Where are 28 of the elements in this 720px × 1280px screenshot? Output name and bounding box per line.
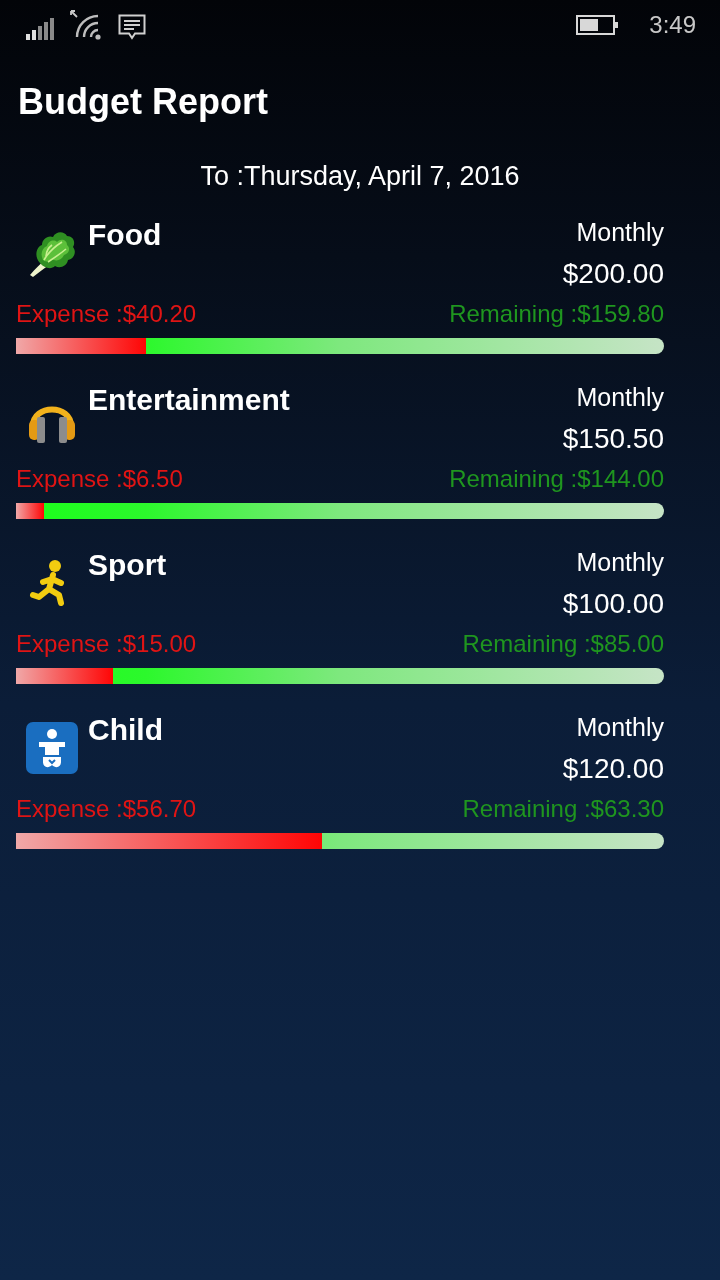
battery-icon [576, 15, 619, 35]
baby-icon [26, 722, 78, 774]
budget-period: Monthly [575, 217, 664, 247]
wifi-icon [70, 10, 102, 40]
report-date: To :Thursday, April 7, 2016 [199, 160, 521, 193]
clock-time: 3:49 [649, 10, 696, 40]
remaining-amount: Remaining :$85.00 [462, 629, 664, 659]
expense-amount: Expense :$56.70 [16, 794, 197, 824]
message-icon [118, 14, 146, 40]
budget-amount: $150.50 [562, 422, 664, 456]
remaining-amount: Remaining :$63.30 [462, 794, 664, 824]
budget-period: Monthly [575, 712, 664, 742]
expense-amount: Expense :$15.00 [16, 629, 197, 659]
page-title: Budget Report [18, 80, 269, 124]
category-name: Sport [88, 547, 167, 583]
expense-amount: Expense :$40.20 [16, 299, 197, 329]
budget-period: Monthly [575, 547, 664, 577]
signal-bars-icon [26, 18, 54, 40]
budget-amount: $120.00 [562, 752, 664, 786]
budget-amount: $100.00 [562, 587, 664, 621]
budget-period: Monthly [575, 382, 664, 412]
budget-amount: $200.00 [562, 257, 664, 291]
remaining-amount: Remaining :$159.80 [449, 299, 664, 329]
category-name: Food [88, 217, 162, 253]
category-name: Child [88, 712, 163, 748]
category-name: Entertainment [88, 382, 290, 418]
remaining-amount: Remaining :$144.00 [449, 464, 664, 494]
expense-amount: Expense :$6.50 [16, 464, 183, 494]
